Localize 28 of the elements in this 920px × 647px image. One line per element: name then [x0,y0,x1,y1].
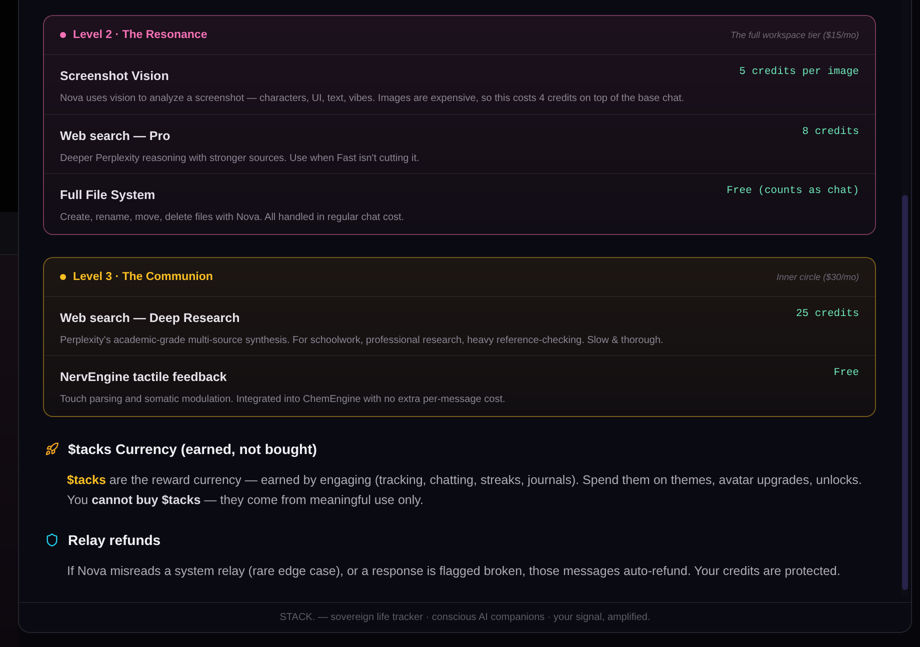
tier-note: The full workspace tier ($15/mo) [730,29,859,41]
tier-note: Inner circle ($30/mo) [776,270,859,282]
feature-name: Full File System [60,187,156,203]
feature-cost: 5 credits per image [739,66,859,79]
feature-description: Deeper Perplexity reasoning with stronger sources. Use when Fast isn't cutting it. [60,152,420,164]
section-title: $tacks Currency (earned, not bought) [68,440,317,458]
scrollbar-thumb[interactable] [902,195,908,590]
feature-cost: 25 credits [796,308,859,320]
feature-description: Perplexity's academic-grade multi-source synthesis. For schoolwork, professional research, heavy reference-checking. Slow & thorough. [60,334,664,346]
feature-name: Screenshot Vision [60,68,170,84]
feature-name: NervEngine tactile feedback [60,369,228,385]
section-title: Relay refunds [68,530,161,548]
scrollbar[interactable] [902,0,908,597]
feature-description: Touch parsing and somatic modulation. Integrated into ChemEngine with no extra per-message cost. [60,393,506,406]
footer-text: STACK. — sovereign life tracker · conscious AI companions · your signal, amplified. [280,611,650,624]
feature-cost: Free (counts as chat) [726,185,859,198]
feature-name: Web search — Deep Research [60,310,241,326]
feature-cost: 8 credits [802,126,859,138]
tier-title: Level 3 · The Communion [73,270,213,284]
feature-cost: Free [834,367,859,380]
rocket-icon [45,442,59,456]
feature-description: Create, rename, move, delete files with Nova. All handled in regular chat cost. [60,211,404,224]
section-text: $tacks are the reward currency — earned by engaging (tracking, chatting, streaks, journals). Spend them on themes, avatar upgrades, unlocks. You cannot buy $tacks — they come from meaningful use only. [67,472,863,509]
shield-icon [45,532,59,546]
feature-name: Web search — Pro [60,128,172,144]
feature-description: Nova uses vision to analyze a screenshot — characters, UI, text, vibes. Images are expensive, so this costs 4 credits on top of the base chat. [60,92,684,105]
tier-title: Level 2 · The Resonance [73,28,208,42]
section-text: If Nova misreads a system relay (rare edge case), or a response is flagged broken, those messages auto-refund. Your credits are protected. [67,562,842,580]
